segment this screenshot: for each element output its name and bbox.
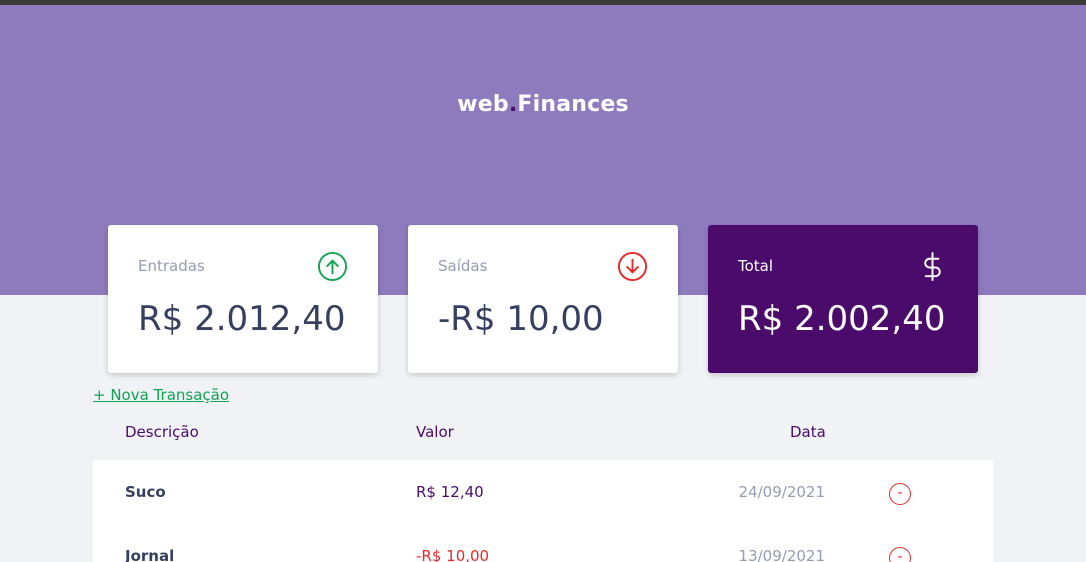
remove-transaction-button[interactable]: - [889,547,911,562]
income-label: Entradas [138,257,205,275]
expense-amount: -R$ 10,00 [438,299,604,339]
income-amount: R$ 2.012,40 [138,299,346,339]
expense-label: Saídas [438,257,488,275]
total-label: Total [738,257,774,275]
row-value: -R$ 10,00 [416,547,490,562]
arrow-down-circle-icon [617,251,648,282]
row-date: 24/09/2021 [738,483,825,501]
total-amount: R$ 2.002,40 [738,299,946,339]
logo-suffix: Finances [517,92,629,117]
row-description: Suco [125,483,166,501]
header-date: Data [790,423,826,441]
header-value: Valor [416,423,454,441]
table-row: Jornal -R$ 10,00 13/09/2021 - [93,524,993,562]
row-date: 13/09/2021 [738,547,825,562]
income-card: Entradas R$ 2.012,40 [108,225,378,373]
remove-transaction-button[interactable]: - [889,483,911,505]
header-description: Descrição [125,423,199,441]
table-row: Suco R$ 12,40 24/09/2021 - [93,460,993,524]
logo-prefix: web [457,92,509,117]
row-description: Jornal [125,547,175,562]
app-logo: web.Finances [0,92,1086,117]
row-value: R$ 12,40 [416,483,484,501]
total-card: Total R$ 2.002,40 [708,225,978,373]
arrow-up-circle-icon [317,251,348,282]
dollar-sign-icon [924,251,941,282]
new-transaction-link[interactable]: + Nova Transação [93,386,229,404]
expense-card: Saídas -R$ 10,00 [408,225,678,373]
